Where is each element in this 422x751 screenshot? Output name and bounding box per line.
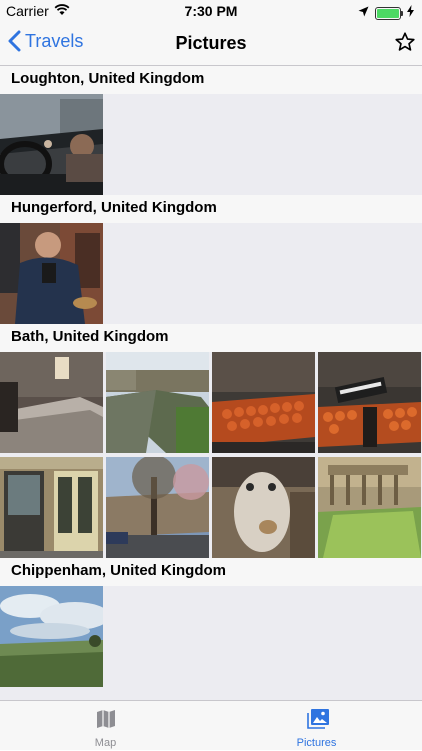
photo-thumbnail[interactable]	[0, 94, 103, 195]
pictures-list[interactable]: Loughton, United Kingdom Hungerford, Uni…	[0, 66, 422, 700]
section-header-bath: Bath, United Kingdom	[0, 324, 422, 352]
photo-thumbnail[interactable]	[0, 457, 103, 558]
page-title: Pictures	[175, 33, 247, 53]
tab-pictures-label: Pictures	[296, 737, 337, 749]
photo-row	[0, 352, 422, 453]
section-header-chippenham: Chippenham, United Kingdom	[0, 558, 422, 586]
tab-map[interactable]: Map	[0, 701, 211, 751]
photo-row	[0, 586, 422, 687]
tab-bar: Map Pictures	[0, 700, 422, 750]
photo-thumbnail[interactable]	[0, 586, 103, 687]
photo-thumbnail[interactable]	[318, 352, 421, 453]
section-header-loughton: Loughton, United Kingdom	[0, 66, 422, 94]
photo-thumbnail[interactable]	[106, 352, 209, 453]
status-bar: Carrier 7:30 PM	[0, 0, 422, 22]
photo-thumbnail[interactable]	[212, 457, 315, 558]
favorite-button[interactable]	[394, 31, 416, 58]
charging-bolt-icon	[407, 4, 414, 22]
section-header-hungerford: Hungerford, United Kingdom	[0, 195, 422, 223]
star-icon	[395, 32, 415, 51]
battery-icon	[375, 6, 403, 20]
photo-row	[0, 457, 422, 558]
navigation-bar: Travels Pictures	[0, 22, 422, 66]
photo-row	[0, 94, 422, 195]
photo-thumbnail[interactable]	[106, 457, 209, 558]
tab-map-label: Map	[94, 737, 117, 749]
photo-thumbnail[interactable]	[0, 352, 103, 453]
photo-icon	[307, 709, 329, 729]
tab-pictures[interactable]: Pictures	[211, 701, 422, 751]
photo-thumbnail[interactable]	[212, 352, 315, 453]
photo-thumbnail[interactable]	[318, 457, 421, 558]
photo-thumbnail[interactable]	[0, 223, 103, 324]
status-right	[358, 4, 414, 22]
map-icon	[97, 710, 115, 728]
location-arrow-icon	[358, 4, 369, 22]
photo-row	[0, 223, 422, 324]
